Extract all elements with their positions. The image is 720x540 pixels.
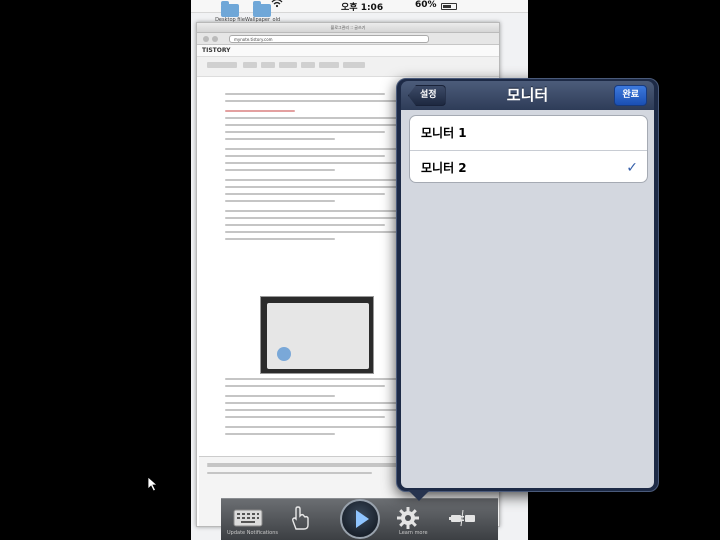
battery-percentage: 60%	[415, 0, 437, 10]
toolbar-control[interactable]	[343, 62, 365, 68]
play-icon	[355, 510, 369, 528]
popover-navbar: 설정 모니터 완료	[401, 81, 654, 110]
monitor-list: 모니터 1 모니터 2 ✓	[409, 115, 648, 183]
mouse-pointer-icon	[147, 476, 159, 496]
monitor-label: 모니터 1	[421, 126, 467, 140]
toolbar-control[interactable]	[207, 62, 237, 68]
touch-mode-button[interactable]	[283, 505, 315, 535]
keyboard-icon	[233, 508, 263, 532]
monitor-label: 모니터 2	[421, 161, 467, 175]
blog-logo: TISTORY	[202, 47, 231, 54]
toolbar-control[interactable]	[261, 62, 275, 68]
done-button[interactable]: 완료	[614, 85, 647, 106]
browser-title: 블로그관리 :: 글쓰기	[197, 23, 499, 33]
toolbar-control[interactable]	[301, 62, 315, 68]
editor-toolbar	[197, 57, 499, 77]
folder-icon	[221, 1, 239, 17]
folder-icon	[253, 1, 271, 17]
app-toolbar: Update Notifications Learn more	[221, 498, 498, 540]
touch-hand-icon	[288, 505, 310, 535]
disconnect-plug-icon	[449, 509, 477, 531]
url-field[interactable]: mynote.tistory.com	[229, 35, 429, 43]
back-nav-icon[interactable]	[203, 36, 209, 42]
toolbar-control[interactable]	[243, 62, 257, 68]
play-button[interactable]	[340, 499, 380, 539]
blog-header: TISTORY	[197, 45, 499, 57]
disconnect-button[interactable]	[447, 505, 479, 535]
monitor-option-1[interactable]: 모니터 1	[410, 116, 647, 150]
embedded-screenshot-image	[260, 296, 374, 374]
desktop-folder[interactable]: Desktop file	[213, 1, 247, 23]
keyboard-caption: Update Notifications	[227, 530, 278, 536]
toolbar-control[interactable]	[279, 62, 297, 68]
settings-caption: Learn more	[399, 530, 428, 536]
battery-icon	[441, 3, 457, 10]
popover-arrow	[408, 490, 430, 501]
checkmark-icon: ✓	[626, 160, 638, 176]
post-content[interactable]	[225, 93, 425, 245]
popover-body: 모니터 1 모니터 2 ✓	[401, 110, 654, 488]
monitor-option-2[interactable]: 모니터 2 ✓	[410, 150, 647, 182]
status-time: 오후 1:06	[341, 3, 384, 13]
address-bar: mynote.tistory.com	[197, 33, 499, 45]
toolbar-control[interactable]	[319, 62, 339, 68]
app-icon	[277, 347, 291, 361]
forward-nav-icon[interactable]	[212, 36, 218, 42]
monitor-popover: 설정 모니터 완료 모니터 1 모니터 2 ✓	[396, 78, 659, 492]
